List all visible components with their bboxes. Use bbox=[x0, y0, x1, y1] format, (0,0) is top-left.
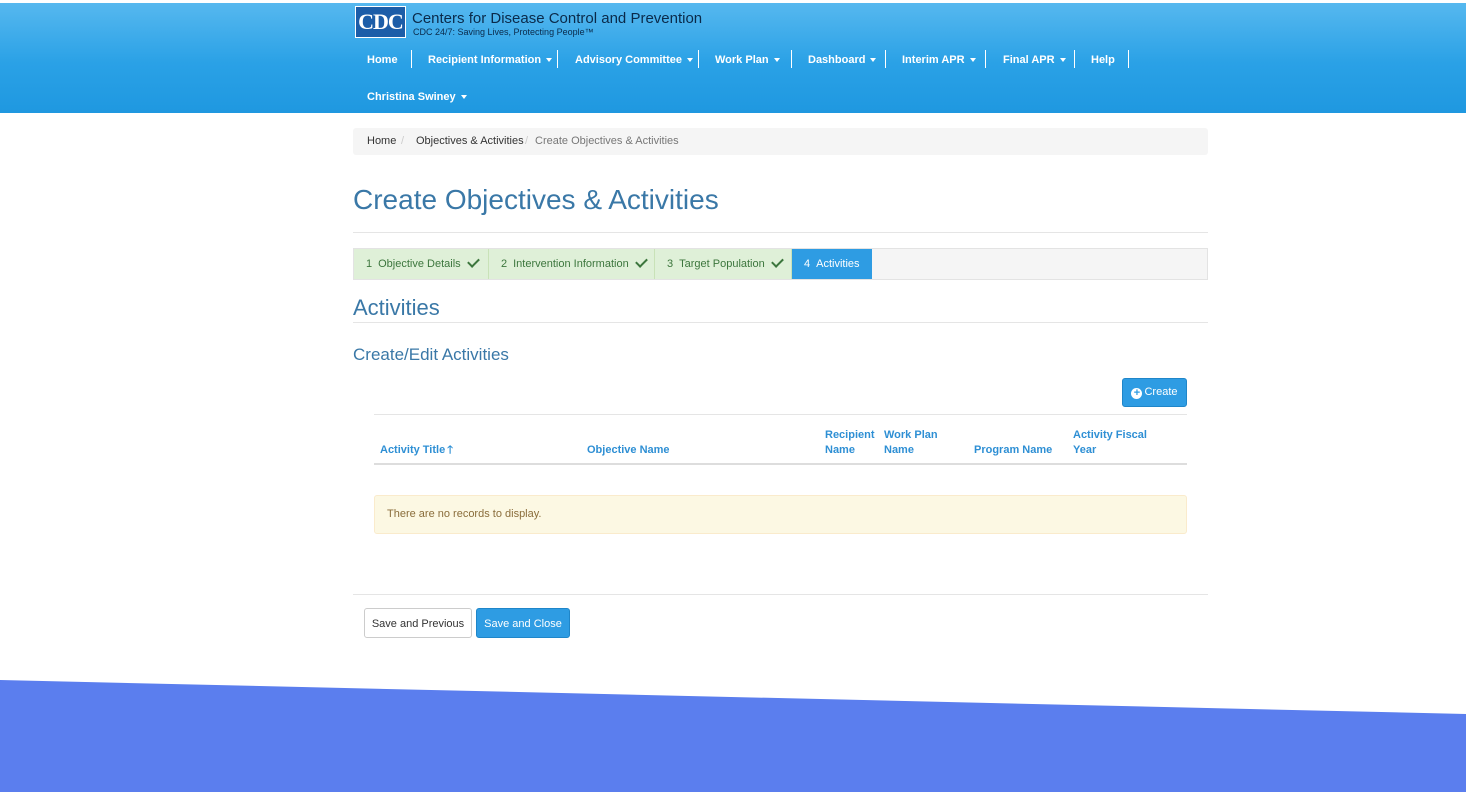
nav-dashboard-label: Dashboard bbox=[808, 54, 866, 66]
column-header-label: Activity Title bbox=[380, 444, 446, 456]
caret-down-icon bbox=[773, 58, 780, 63]
cdc-logo[interactable]: CDC bbox=[355, 6, 406, 38]
column-header-recipient-name[interactable]: Recipient Name bbox=[825, 428, 880, 458]
save-and-previous-button[interactable]: Save and Previous bbox=[364, 608, 472, 638]
step-number: 3 bbox=[667, 258, 674, 270]
caret-down-icon bbox=[686, 58, 693, 63]
user-name: Christina Swiney bbox=[367, 91, 456, 103]
step-number: 1 bbox=[366, 258, 373, 270]
plus-circle-icon: + bbox=[1131, 388, 1143, 399]
caret-down-icon bbox=[546, 58, 553, 63]
footer-band-shape bbox=[0, 680, 1466, 792]
nav-divider bbox=[557, 50, 558, 68]
nav-work-plan-label: Work Plan bbox=[715, 54, 769, 66]
nav-recipient-information-label: Recipient Information bbox=[428, 54, 542, 66]
nav-help[interactable]: Help bbox=[1091, 47, 1115, 77]
caret-down-icon bbox=[1059, 58, 1066, 63]
column-header-activity-title[interactable]: Activity Title 🡑 bbox=[380, 443, 453, 458]
breadcrumb-home[interactable]: Home bbox=[367, 128, 396, 155]
nav-divider bbox=[411, 50, 412, 68]
title-divider bbox=[353, 232, 1208, 233]
footer-band bbox=[0, 680, 1466, 792]
brand-tagline: CDC 24/7: Saving Lives, Protecting Peopl… bbox=[413, 27, 594, 37]
nav-work-plan[interactable]: Work Plan bbox=[715, 47, 780, 77]
nav-divider bbox=[985, 50, 986, 68]
caret-down-icon bbox=[969, 58, 976, 63]
nav-divider bbox=[791, 50, 792, 68]
caret-down-icon bbox=[870, 58, 877, 63]
step-intervention-information[interactable]: 2 Intervention Information bbox=[489, 249, 655, 279]
check-icon bbox=[770, 255, 784, 268]
step-number: 2 bbox=[501, 258, 508, 270]
page-title: Create Objectives & Activities bbox=[353, 184, 719, 215]
nav-interim-apr-label: Interim APR bbox=[902, 54, 965, 66]
caret-down-icon bbox=[460, 95, 467, 100]
column-header-objective-name[interactable]: Objective Name bbox=[587, 443, 670, 458]
create-button[interactable]: + Create bbox=[1122, 378, 1187, 407]
step-activities[interactable]: 4 Activities bbox=[792, 249, 872, 279]
step-number: 4 bbox=[804, 258, 811, 270]
breadcrumb-separator: / bbox=[525, 135, 529, 147]
check-icon bbox=[634, 255, 648, 268]
step-label: Objective Details bbox=[378, 258, 461, 270]
column-header-work-plan-name[interactable]: Work Plan Name bbox=[884, 428, 944, 458]
user-menu[interactable]: Christina Swiney bbox=[367, 84, 467, 110]
breadcrumb: Home / Objectives & Activities / Create … bbox=[353, 128, 1208, 155]
table-header-border bbox=[374, 463, 1187, 465]
nav-divider bbox=[1074, 50, 1075, 68]
section-title-activities: Activities bbox=[353, 295, 440, 320]
step-label: Intervention Information bbox=[513, 258, 629, 270]
nav-home-label: Home bbox=[367, 54, 398, 66]
section-divider bbox=[353, 322, 1208, 323]
table-top-border bbox=[374, 414, 1187, 415]
brand-title: Centers for Disease Control and Preventi… bbox=[412, 10, 703, 27]
sort-ascending-icon: 🡑 bbox=[447, 444, 453, 456]
nav-divider bbox=[698, 50, 699, 68]
nav-help-label: Help bbox=[1091, 54, 1115, 66]
nav-interim-apr[interactable]: Interim APR bbox=[902, 47, 976, 77]
breadcrumb-current: Create Objectives & Activities bbox=[535, 135, 679, 147]
breadcrumb-separator: / bbox=[401, 135, 405, 147]
nav-recipient-information[interactable]: Recipient Information bbox=[428, 47, 553, 77]
site-header: CDC Centers for Disease Control and Prev… bbox=[0, 3, 1466, 113]
check-icon bbox=[466, 255, 480, 268]
nav-final-apr-label: Final APR bbox=[1003, 54, 1055, 66]
save-and-close-button[interactable]: Save and Close bbox=[476, 608, 570, 638]
nav-divider bbox=[885, 50, 886, 68]
breadcrumb-objectives-activities[interactable]: Objectives & Activities bbox=[416, 128, 524, 155]
nav-dashboard[interactable]: Dashboard bbox=[808, 47, 877, 77]
step-target-population[interactable]: 3 Target Population bbox=[655, 249, 792, 279]
column-header-program-name[interactable]: Program Name bbox=[974, 443, 1052, 458]
step-label: Activities bbox=[816, 258, 860, 270]
subsection-title: Create/Edit Activities bbox=[353, 345, 509, 364]
create-button-label: Create bbox=[1144, 386, 1178, 398]
step-objective-details[interactable]: 1 Objective Details bbox=[354, 249, 489, 279]
nav-final-apr[interactable]: Final APR bbox=[1003, 47, 1066, 77]
empty-records-alert: There are no records to display. bbox=[374, 495, 1187, 534]
column-header-activity-fiscal-year[interactable]: Activity Fiscal Year bbox=[1073, 428, 1153, 458]
step-label: Target Population bbox=[679, 258, 765, 270]
footer-divider bbox=[353, 594, 1208, 595]
nav-advisory-committee[interactable]: Advisory Committee bbox=[575, 47, 693, 77]
wizard-steps: 1 Objective Details 2 Intervention Informa… bbox=[353, 248, 1208, 280]
nav-home[interactable]: Home bbox=[367, 47, 398, 77]
nav-divider bbox=[1128, 50, 1129, 68]
nav-advisory-committee-label: Advisory Committee bbox=[575, 54, 682, 66]
